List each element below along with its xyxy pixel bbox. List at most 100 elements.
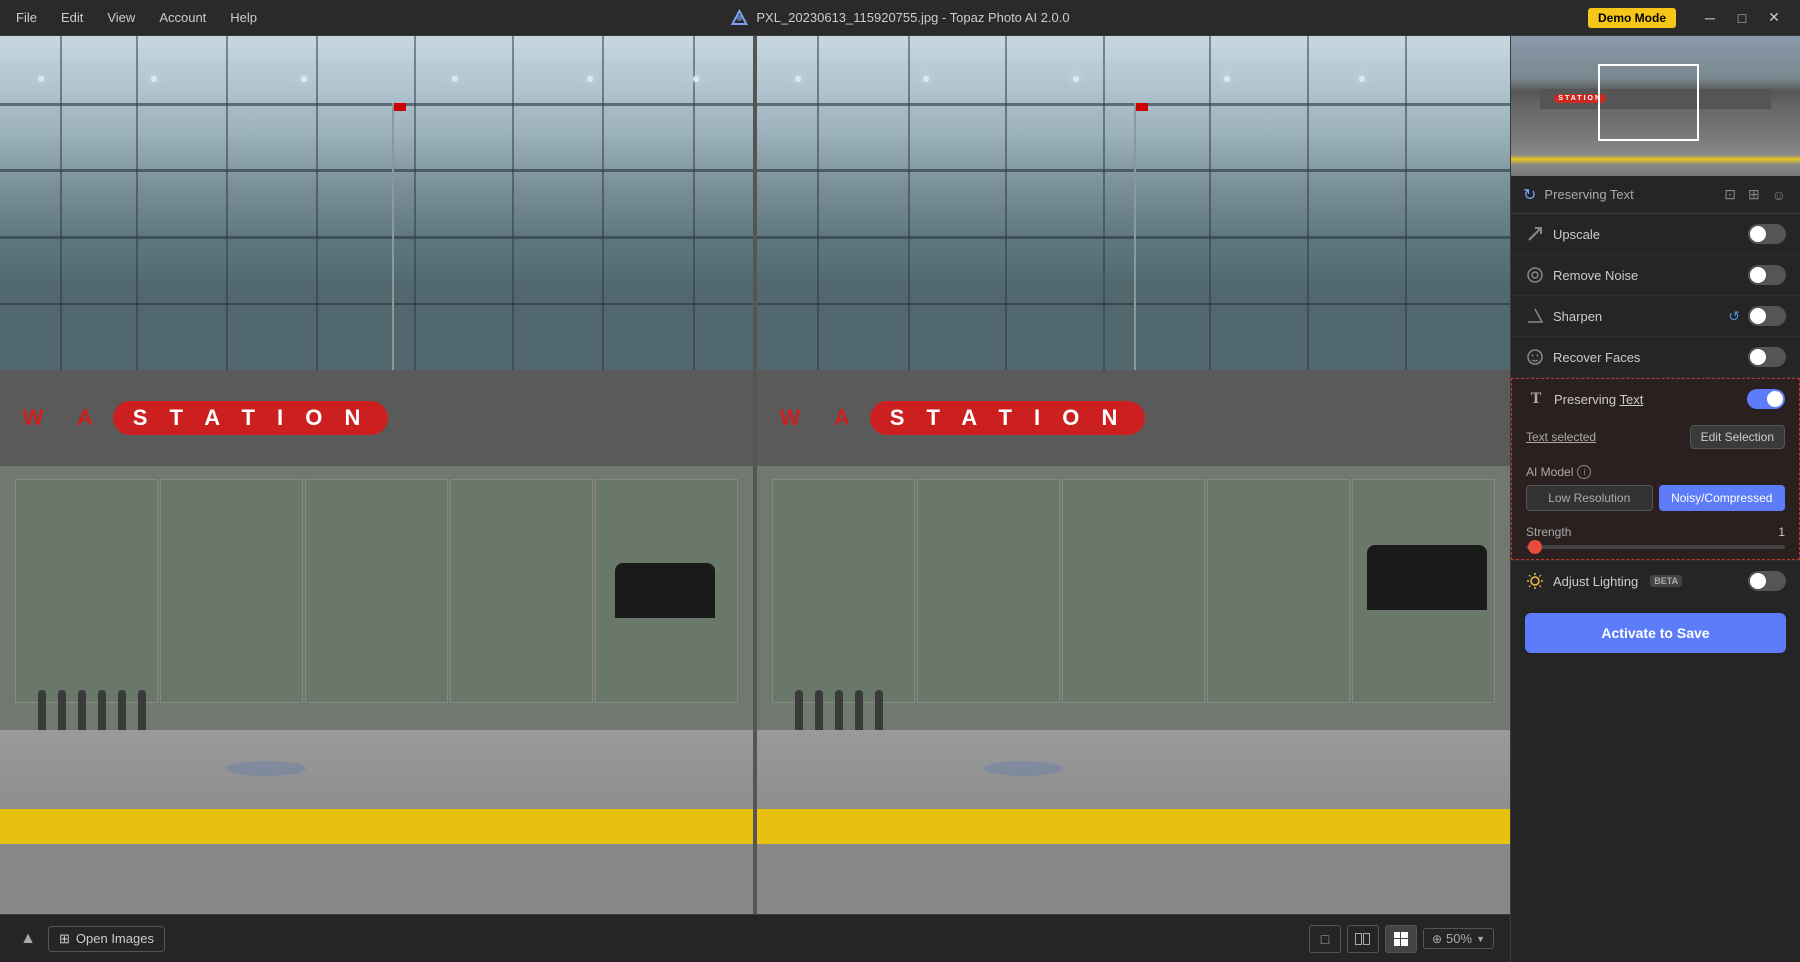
beam-rv7	[1405, 36, 1407, 370]
recover-faces-icon	[1525, 347, 1545, 367]
recover-faces-left: Recover Faces	[1525, 347, 1640, 367]
beam-rv5	[1209, 36, 1211, 370]
strength-header: Strength 1	[1526, 525, 1785, 539]
menu-file[interactable]: File	[12, 8, 41, 27]
preserving-text-section: T Preserving Text Text selected Edit Sel…	[1511, 378, 1800, 560]
preserving-text-right	[1747, 389, 1785, 409]
beam-v8	[693, 36, 695, 370]
model-buttons: Low Resolution Noisy/Compressed	[1526, 485, 1785, 511]
noisy-compressed-button[interactable]: Noisy/Compressed	[1659, 485, 1786, 511]
banner-wa-right: W A	[780, 405, 854, 431]
canvas-area: W A S T A T I O N	[0, 36, 1510, 962]
low-resolution-button[interactable]: Low Resolution	[1526, 485, 1653, 511]
text-selected-label: Text selected	[1526, 430, 1596, 444]
adjust-lighting-right	[1748, 571, 1786, 591]
upscale-toggle[interactable]	[1748, 224, 1786, 244]
flag-cloth-left	[394, 103, 406, 111]
upscale-arrow-icon	[1526, 225, 1544, 243]
sky-left	[0, 36, 753, 370]
preserving-text-label: Preserving Text	[1554, 392, 1643, 407]
noise-circle-icon	[1526, 266, 1544, 284]
photo-divider[interactable]	[753, 36, 757, 914]
car-right	[1367, 545, 1487, 610]
sharpen-icon	[1525, 306, 1545, 326]
zoom-icon: ⊕	[1432, 932, 1442, 946]
preserving-text-T-icon: T	[1526, 389, 1546, 409]
open-images-button[interactable]: ⊞ Open Images	[48, 926, 165, 952]
activate-save-button[interactable]: Activate to Save	[1525, 613, 1786, 653]
preserving-text-toggle[interactable]	[1747, 389, 1785, 409]
panel-expand-icon-button[interactable]: ⊞	[1746, 184, 1762, 205]
adjust-lighting-row: Adjust Lighting BETA	[1511, 560, 1800, 601]
banner-station-right: S T A T I O N	[870, 401, 1146, 435]
view-split-button[interactable]	[1347, 925, 1379, 953]
menu-edit[interactable]: Edit	[57, 8, 87, 27]
menu-account[interactable]: Account	[155, 8, 210, 27]
rceiling-light-5	[1359, 76, 1365, 82]
bollards-right	[795, 690, 883, 730]
face-circle-icon	[1526, 348, 1544, 366]
bollard-1	[38, 690, 46, 730]
close-button[interactable]: ✕	[1760, 6, 1788, 30]
panel-face-icon-button[interactable]: ☺	[1770, 184, 1788, 205]
app-logo-icon	[730, 9, 748, 27]
recover-faces-toggle[interactable]	[1748, 347, 1786, 367]
preview-thumbnail: STATION	[1511, 36, 1800, 176]
split-view-icon	[1355, 933, 1370, 945]
panel-header-title: Preserving Text	[1544, 187, 1633, 202]
sharpen-toggle[interactable]	[1748, 306, 1786, 326]
menu-help[interactable]: Help	[226, 8, 261, 27]
strength-row: Strength 1	[1512, 519, 1799, 559]
panel-crop-icon-button[interactable]: ⊡	[1722, 184, 1738, 205]
beam-rv6	[1307, 36, 1309, 370]
zoom-value: 50%	[1446, 931, 1472, 946]
main-area: W A S T A T I O N	[0, 36, 1800, 962]
banner-right: W A S T A T I O N	[757, 370, 1510, 467]
strength-slider-thumb[interactable]	[1528, 540, 1542, 554]
sharpen-right: ↺	[1728, 306, 1786, 326]
preserving-prefix: Preserving	[1554, 392, 1620, 407]
single-view-icon: □	[1321, 931, 1329, 947]
upscale-right	[1748, 224, 1786, 244]
split-right-icon	[1363, 933, 1370, 945]
view-single-button[interactable]: □	[1309, 925, 1341, 953]
preserving-text-left: T Preserving Text	[1526, 389, 1643, 409]
menu-view[interactable]: View	[103, 8, 139, 27]
strength-slider[interactable]	[1526, 545, 1785, 549]
adjust-lighting-left: Adjust Lighting BETA	[1525, 571, 1682, 591]
ai-model-row: AI Model i Low Resolution Noisy/Compress…	[1512, 459, 1799, 519]
ai-model-info-icon[interactable]: i	[1577, 465, 1591, 479]
view-grid-button[interactable]	[1385, 925, 1417, 953]
titlebar-left: File Edit View Account Help	[12, 8, 261, 27]
preserving-text-row: T Preserving Text	[1512, 379, 1799, 419]
photo-bg-left: W A S T A T I O N	[0, 36, 753, 914]
rceiling-light-4	[1224, 76, 1230, 82]
ceiling-light-3	[301, 76, 307, 82]
adjust-lighting-toggle[interactable]	[1748, 571, 1786, 591]
remove-noise-toggle[interactable]	[1748, 265, 1786, 285]
rbollard-1	[795, 690, 803, 730]
sharpen-undo-button[interactable]: ↺	[1728, 308, 1740, 325]
right-panel: STATION ↻ Preserving Text ⊡ ⊞ ☺	[1510, 36, 1800, 962]
rwindow-3	[1062, 479, 1205, 703]
preview-sign: STATION	[1540, 89, 1771, 109]
photo-container[interactable]: W A S T A T I O N	[0, 36, 1510, 914]
beam-h1	[0, 103, 753, 106]
rceiling-light-3	[1073, 76, 1079, 82]
demo-mode-button[interactable]: Demo Mode	[1588, 8, 1676, 28]
banner-station-left: S T A T I O N	[113, 401, 389, 435]
collapse-button[interactable]: ▲	[16, 927, 40, 951]
grid-cell-3	[1394, 939, 1401, 946]
grid-cell-2	[1401, 932, 1408, 939]
flag-cloth-right	[1136, 103, 1148, 111]
puddle-right	[983, 761, 1063, 776]
window-3	[305, 479, 448, 703]
sun-icon	[1526, 572, 1544, 590]
maximize-button[interactable]: □	[1728, 6, 1756, 30]
photo-processed: W A S T A T I O N	[757, 36, 1510, 914]
rbollard-2	[815, 690, 823, 730]
minimize-button[interactable]: ─	[1696, 6, 1724, 30]
edit-selection-button[interactable]: Edit Selection	[1690, 425, 1785, 449]
preview-sign-text: STATION	[1554, 94, 1606, 103]
ceiling-light-1	[38, 76, 44, 82]
